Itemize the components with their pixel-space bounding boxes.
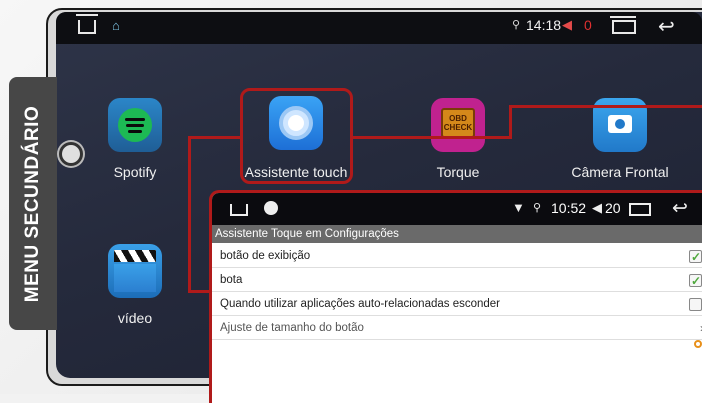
app-label-video[interactable]: vídeo (100, 310, 170, 326)
app-label-front-camera[interactable]: Câmera Frontal (566, 164, 674, 180)
secondary-menu-label: MENU SECUNDÁRIO (22, 105, 44, 302)
connector-line (188, 136, 243, 139)
status-bar (56, 12, 702, 44)
settings-title: Assistente Toque em Configurações (212, 225, 702, 243)
panel-clock: 10:52 (551, 200, 587, 216)
location-icon: ⚲ (512, 19, 521, 31)
home-icon[interactable] (230, 204, 248, 216)
torque-obd-icon[interactable]: OBD CHECK (431, 98, 485, 152)
setting-label: Quando utilizar aplicações auto-relacion… (220, 298, 501, 310)
checkbox[interactable] (689, 298, 702, 311)
recent-apps-icon[interactable] (610, 16, 636, 34)
setting-label: Ajuste de tamanho do botão (220, 322, 364, 334)
connector-line (509, 105, 702, 108)
back-icon[interactable]: ↩ (658, 14, 675, 39)
setting-row-show-button[interactable]: botão de exibição (212, 245, 702, 269)
panel-volume-level: 20 (605, 200, 621, 216)
setting-row-bota[interactable]: bota (212, 269, 702, 293)
recent-apps-icon[interactable] (629, 203, 651, 216)
spotify-icon[interactable] (108, 98, 162, 152)
app-label-spotify[interactable]: Spotify (100, 164, 170, 180)
home-icon[interactable] (76, 14, 98, 34)
connector-line (509, 105, 512, 139)
volume-icon[interactable]: ◀ (592, 200, 602, 216)
setting-label: botão de exibição (220, 250, 311, 262)
panel-status-bar: ▼ ⚲ 10:52 ◀ 20 ↩ (212, 193, 702, 225)
setting-label: bota (220, 274, 243, 286)
highlight-outline (240, 88, 353, 184)
volume-level: 0 (584, 17, 592, 33)
floating-touch-indicator-icon[interactable] (694, 340, 702, 348)
video-clapper-icon[interactable] (108, 244, 162, 298)
assistive-touch-shortcut-icon[interactable] (264, 201, 278, 215)
app-label-torque[interactable]: Torque (423, 164, 493, 180)
checkbox[interactable] (689, 246, 702, 269)
connector-line (188, 136, 191, 293)
assistive-touch-settings-panel: ▼ ⚲ 10:52 ◀ 20 ↩ Assistente Toque em Con… (209, 190, 702, 403)
checkbox[interactable] (689, 270, 702, 293)
clock: 14:18 (526, 17, 562, 33)
secondary-menu-label-wrap: MENU SECUNDÁRIO (9, 77, 57, 330)
location-icon: ⚲ (533, 202, 542, 214)
app-shortcut-icon[interactable]: ⌂ (112, 19, 126, 33)
knob-icon[interactable] (59, 142, 83, 166)
spotify-logo (118, 108, 152, 142)
back-icon[interactable]: ↩ (672, 197, 688, 220)
volume-icon[interactable]: ◀ (562, 17, 572, 33)
connector-line (188, 290, 210, 293)
connector-line (353, 136, 511, 139)
wifi-icon: ▼ (512, 200, 525, 215)
setting-row-auto-hide[interactable]: Quando utilizar aplicações auto-relacion… (212, 293, 702, 316)
setting-row-button-size[interactable]: Ajuste de tamanho do botão › (212, 317, 702, 340)
